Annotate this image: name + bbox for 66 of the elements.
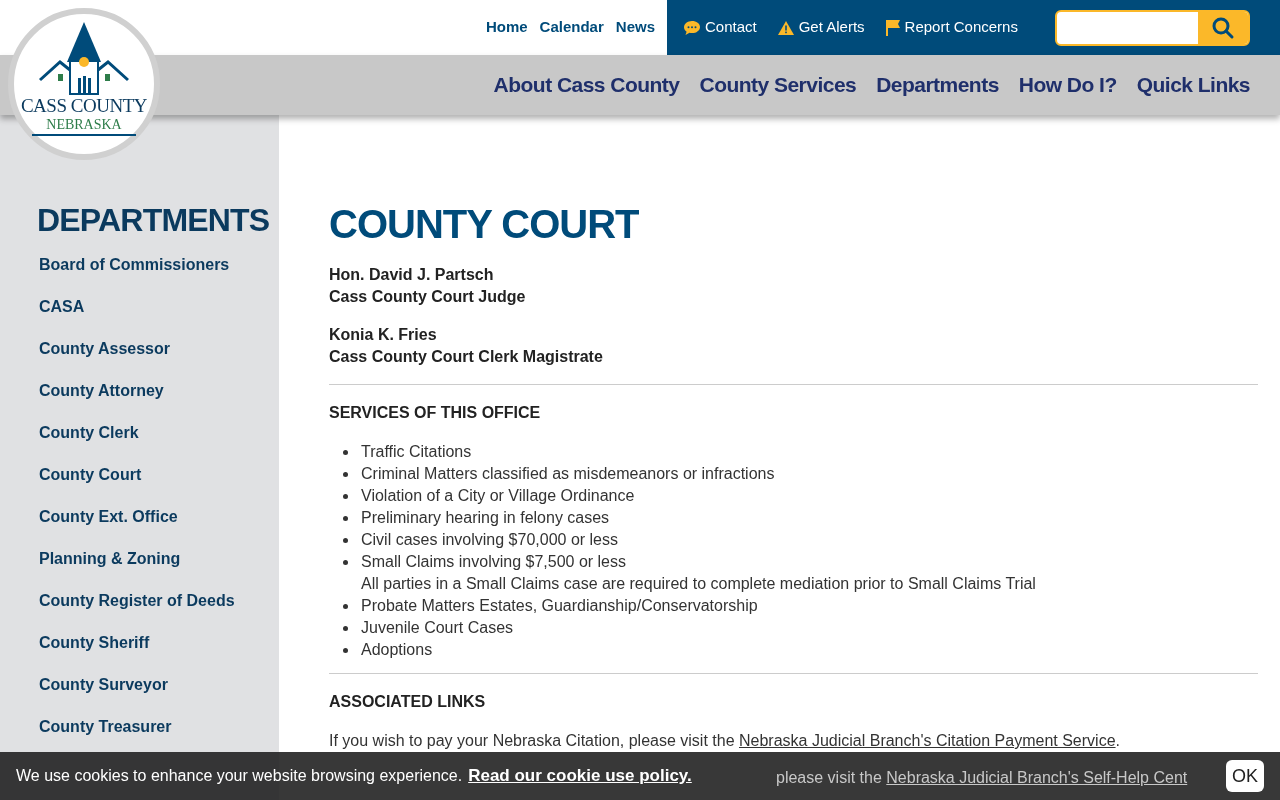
sidebar-link[interactable]: County Register of Deeds bbox=[39, 588, 279, 630]
bullet-icon bbox=[343, 472, 348, 477]
cookie-policy-link[interactable]: Read our cookie use policy. bbox=[468, 763, 692, 789]
search-button[interactable] bbox=[1198, 11, 1248, 44]
nav-link[interactable]: Departments bbox=[876, 69, 999, 101]
logo-title: CASS COUNTY bbox=[20, 96, 148, 116]
sidebar-link[interactable]: County Surveyor bbox=[39, 672, 279, 714]
top-link[interactable]: Home bbox=[485, 16, 528, 39]
sidebar-link[interactable]: County Court bbox=[39, 462, 279, 504]
bullet-icon bbox=[343, 494, 348, 499]
sidebar-heading: DEPARTMENTS bbox=[37, 201, 271, 240]
link-paragraph: If you wish to pay your Nebraska Citation, please visit the Nebraska Judicial Branch's Citation Payment Service. bbox=[329, 731, 1121, 751]
link-paragraph: please visit the Nebraska Judicial Branch's Self-Help Cent bbox=[776, 768, 1188, 788]
warning-icon bbox=[776, 19, 795, 36]
person-role: Cass County Court Clerk Magistrate bbox=[329, 347, 604, 367]
service-item: Juvenile Court Cases bbox=[361, 618, 514, 638]
person-name: Hon. David J. Partsch bbox=[329, 265, 495, 285]
sidebar-link[interactable]: County Ext. Office bbox=[39, 504, 279, 546]
service-item: Criminal Matters classified as misdemeanors or infractions bbox=[361, 464, 775, 484]
service-item: Adoptions bbox=[361, 640, 433, 660]
bullet-icon bbox=[343, 538, 348, 543]
utility-link[interactable]: Get Alerts bbox=[776, 16, 865, 39]
person-name: Konia K. Fries bbox=[329, 325, 438, 345]
text-link[interactable]: Nebraska Judicial Branch's Citation Payment Service bbox=[739, 732, 1116, 749]
service-item: Preliminary hearing in felony cases bbox=[361, 508, 610, 528]
logo-badge[interactable]: CASS COUNTY NEBRASKA bbox=[8, 8, 160, 160]
text-link[interactable]: Nebraska Judicial Branch's Self-Help Cent bbox=[886, 769, 1188, 786]
logo-subtitle: NEBRASKA bbox=[32, 116, 136, 136]
service-item: Small Claims involving $7,500 or less bbox=[361, 552, 627, 572]
top-link[interactable]: Calendar bbox=[539, 16, 604, 39]
bullet-icon bbox=[343, 604, 348, 609]
sidebar-link[interactable]: County Clerk bbox=[39, 420, 279, 462]
service-item: Civil cases involving $70,000 or less bbox=[361, 530, 618, 550]
bullet-icon bbox=[343, 648, 348, 653]
search-icon bbox=[1211, 15, 1235, 40]
service-item: Violation of a City or Village Ordinance bbox=[361, 486, 635, 506]
service-item: Traffic Citations bbox=[361, 442, 472, 462]
person-role: Cass County Court Judge bbox=[329, 287, 527, 307]
sidebar-link[interactable]: County Assessor bbox=[39, 336, 279, 378]
ok-button[interactable]: OK bbox=[1226, 760, 1264, 792]
bullet-icon bbox=[343, 560, 348, 565]
utility-link[interactable]: Report Concerns bbox=[884, 16, 1018, 39]
search-field[interactable] bbox=[1055, 9, 1250, 46]
nav-link[interactable]: About Cass County bbox=[493, 69, 680, 101]
section-heading: ASSOCIATED LINKS bbox=[329, 692, 487, 712]
section-heading: SERVICES OF THIS OFFICE bbox=[329, 403, 542, 423]
chat-bubble-icon bbox=[683, 19, 701, 36]
nav-link[interactable]: How Do I? bbox=[1018, 69, 1117, 101]
sidebar-link[interactable]: Planning & Zoning bbox=[39, 546, 279, 588]
bullet-icon bbox=[343, 626, 348, 631]
sidebar-link[interactable]: CASA bbox=[39, 294, 279, 336]
sidebar-link[interactable]: County Sheriff bbox=[39, 630, 279, 672]
bullet-icon bbox=[343, 516, 348, 521]
service-note: All parties in a Small Claims case are required to complete mediation prior to Small Claims Trial bbox=[361, 574, 1036, 594]
nav-link[interactable]: County Services bbox=[699, 69, 857, 101]
flag-icon bbox=[884, 18, 901, 37]
sidebar-link[interactable]: County Attorney bbox=[39, 378, 279, 420]
utility-link[interactable]: Contact bbox=[683, 16, 757, 39]
sidebar-link[interactable]: Board of Commissioners bbox=[39, 252, 279, 294]
service-item: Probate Matters Estates, Guardianship/Conservatorship bbox=[361, 596, 758, 616]
sidebar-link[interactable]: County Treasurer bbox=[39, 714, 279, 756]
bullet-icon bbox=[343, 450, 348, 455]
top-link[interactable]: News bbox=[615, 16, 655, 39]
cookie-message: We use cookies to enhance your website browsing experience. bbox=[16, 766, 463, 786]
nav-link[interactable]: Quick Links bbox=[1136, 69, 1250, 101]
page-title: COUNTY COURT bbox=[329, 201, 640, 248]
